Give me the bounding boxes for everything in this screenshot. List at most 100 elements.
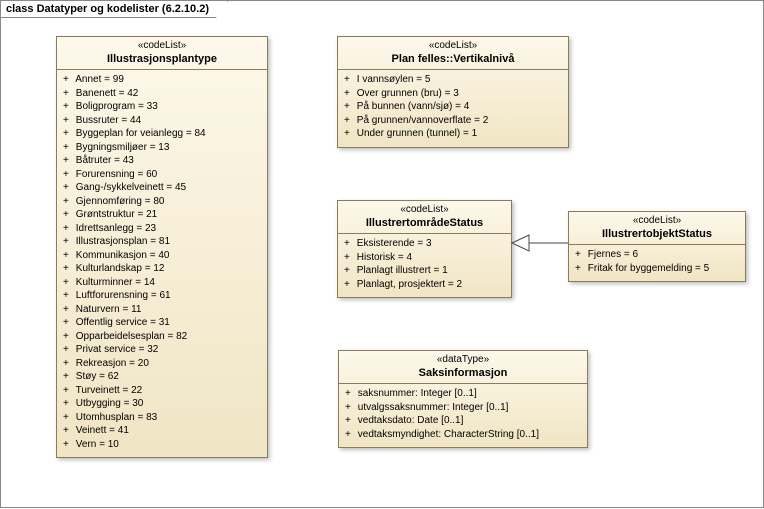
- class-name: IllustrertobjektStatus: [575, 228, 739, 242]
- class-name: IllustrertområdeStatus: [344, 217, 505, 231]
- attribute-text: Annet = 99: [73, 74, 124, 85]
- visibility-icon: +: [63, 330, 73, 344]
- visibility-icon: +: [63, 397, 73, 411]
- visibility-icon: +: [344, 114, 354, 128]
- attribute-text: Over grunnen (bru) = 3: [354, 88, 459, 99]
- attribute-text: Grøntstruktur = 21: [73, 209, 157, 220]
- stereotype: «codeList»: [344, 40, 562, 53]
- visibility-icon: +: [63, 222, 73, 236]
- visibility-icon: +: [63, 208, 73, 222]
- attribute-text: På grunnen/vannoverflate = 2: [354, 115, 488, 126]
- visibility-icon: +: [575, 262, 585, 276]
- visibility-icon: +: [63, 411, 73, 425]
- attribute-compartment: + Fjernes = 6+ Fritak for byggemelding =…: [569, 245, 745, 281]
- visibility-icon: +: [63, 249, 73, 263]
- attribute: + På grunnen/vannoverflate = 2: [344, 114, 562, 128]
- attribute-text: Båtruter = 43: [73, 155, 134, 166]
- visibility-icon: +: [344, 251, 354, 265]
- visibility-icon: +: [345, 428, 355, 442]
- attribute-text: Idrettsanlegg = 23: [73, 223, 156, 234]
- attribute-text: Planlagt, prosjektert = 2: [354, 279, 462, 290]
- attribute: + Forurensning = 60: [63, 168, 261, 182]
- visibility-icon: +: [575, 248, 585, 262]
- visibility-icon: +: [344, 73, 354, 87]
- visibility-icon: +: [63, 276, 73, 290]
- class-saksinformasjon[interactable]: «dataType» Saksinformasjon + saksnummer:…: [338, 350, 588, 448]
- attribute-text: Privat service = 32: [73, 344, 158, 355]
- visibility-icon: +: [63, 114, 73, 128]
- attribute: + Over grunnen (bru) = 3: [344, 87, 562, 101]
- attribute-text: Fritak for byggemelding = 5: [585, 263, 709, 274]
- class-illustrertomrade-status[interactable]: «codeList» IllustrertområdeStatus + Eksi…: [337, 200, 512, 298]
- attribute-text: Kommunikasjon = 40: [73, 250, 169, 261]
- class-name: Plan felles::Vertikalnivå: [344, 53, 562, 67]
- attribute-text: Veinett = 41: [73, 425, 129, 436]
- attribute-text: Støy = 62: [73, 371, 119, 382]
- attribute: + Illustrasjonsplan = 81: [63, 235, 261, 249]
- attribute: + Utbygging = 30: [63, 397, 261, 411]
- attribute: + Luftforurensning = 61: [63, 289, 261, 303]
- attribute-text: Bussruter = 44: [73, 115, 141, 126]
- class-name: Saksinformasjon: [345, 367, 581, 381]
- visibility-icon: +: [63, 141, 73, 155]
- visibility-icon: +: [63, 127, 73, 141]
- visibility-icon: +: [63, 100, 73, 114]
- class-plan-felles-vertikalniva[interactable]: «codeList» Plan felles::Vertikalnivå + I…: [337, 36, 569, 148]
- class-illustrertobjekt-status[interactable]: «codeList» IllustrertobjektStatus + Fjer…: [568, 211, 746, 282]
- class-name: Illustrasjonsplantype: [63, 53, 261, 67]
- visibility-icon: +: [63, 303, 73, 317]
- attribute: + Vern = 10: [63, 438, 261, 452]
- visibility-icon: +: [345, 414, 355, 428]
- attribute: + Banenett = 42: [63, 87, 261, 101]
- attribute-text: Fjernes = 6: [585, 249, 638, 260]
- attribute-text: Under grunnen (tunnel) = 1: [354, 128, 477, 139]
- attribute: + Gjennomføring = 80: [63, 195, 261, 209]
- attribute-text: Banenett = 42: [73, 88, 138, 99]
- visibility-icon: +: [63, 370, 73, 384]
- attribute-text: Opparbeidelsesplan = 82: [73, 331, 187, 342]
- attribute: + Kulturminner = 14: [63, 276, 261, 290]
- attribute-text: Utbygging = 30: [73, 398, 143, 409]
- attribute: + Opparbeidelsesplan = 82: [63, 330, 261, 344]
- attribute-text: vedtaksmyndighet: CharacterString [0..1]: [355, 429, 539, 440]
- attribute: + Utomhusplan = 83: [63, 411, 261, 425]
- attribute: + vedtaksmyndighet: CharacterString [0..…: [345, 428, 581, 442]
- visibility-icon: +: [63, 235, 73, 249]
- attribute: + vedtaksdato: Date [0..1]: [345, 414, 581, 428]
- attribute-text: Historisk = 4: [354, 252, 412, 263]
- visibility-icon: +: [344, 127, 354, 141]
- attribute: + Planlagt illustrert = 1: [344, 264, 505, 278]
- attribute: + Bussruter = 44: [63, 114, 261, 128]
- attribute-text: Gjennomføring = 80: [73, 196, 164, 207]
- visibility-icon: +: [345, 401, 355, 415]
- attribute-text: Bygningsmiljøer = 13: [73, 142, 169, 153]
- attribute: + Kommunikasjon = 40: [63, 249, 261, 263]
- attribute-compartment: + I vannsøylen = 5+ Over grunnen (bru) =…: [338, 70, 568, 147]
- visibility-icon: +: [63, 424, 73, 438]
- attribute-compartment: + Eksisterende = 3+ Historisk = 4+ Planl…: [338, 234, 511, 297]
- attribute-text: Kulturminner = 14: [73, 277, 155, 288]
- stereotype: «dataType»: [345, 354, 581, 367]
- attribute: + Offentlig service = 31: [63, 316, 261, 330]
- attribute: + Annet = 99: [63, 73, 261, 87]
- visibility-icon: +: [344, 237, 354, 251]
- diagram-title-tab: class Datatyper og kodelister (6.2.10.2): [1, 1, 228, 18]
- stereotype: «codeList»: [63, 40, 261, 53]
- attribute: + utvalgssaksnummer: Integer [0..1]: [345, 401, 581, 415]
- attribute-text: saksnummer: Integer [0..1]: [355, 388, 477, 399]
- attribute-text: utvalgssaksnummer: Integer [0..1]: [355, 402, 508, 413]
- visibility-icon: +: [345, 387, 355, 401]
- visibility-icon: +: [63, 154, 73, 168]
- attribute: + På bunnen (vann/sjø) = 4: [344, 100, 562, 114]
- visibility-icon: +: [63, 357, 73, 371]
- attribute: + Historisk = 4: [344, 251, 505, 265]
- visibility-icon: +: [63, 262, 73, 276]
- attribute-text: Luftforurensning = 61: [73, 290, 171, 301]
- class-header: «dataType» Saksinformasjon: [339, 351, 587, 384]
- attribute-text: Kulturlandskap = 12: [73, 263, 164, 274]
- attribute: + Boligprogram = 33: [63, 100, 261, 114]
- attribute-text: Boligprogram = 33: [73, 101, 158, 112]
- class-illustrasjonsplantype[interactable]: «codeList» Illustrasjonsplantype + Annet…: [56, 36, 268, 458]
- attribute-text: Offentlig service = 31: [73, 317, 170, 328]
- attribute-text: Turveinett = 22: [73, 385, 142, 396]
